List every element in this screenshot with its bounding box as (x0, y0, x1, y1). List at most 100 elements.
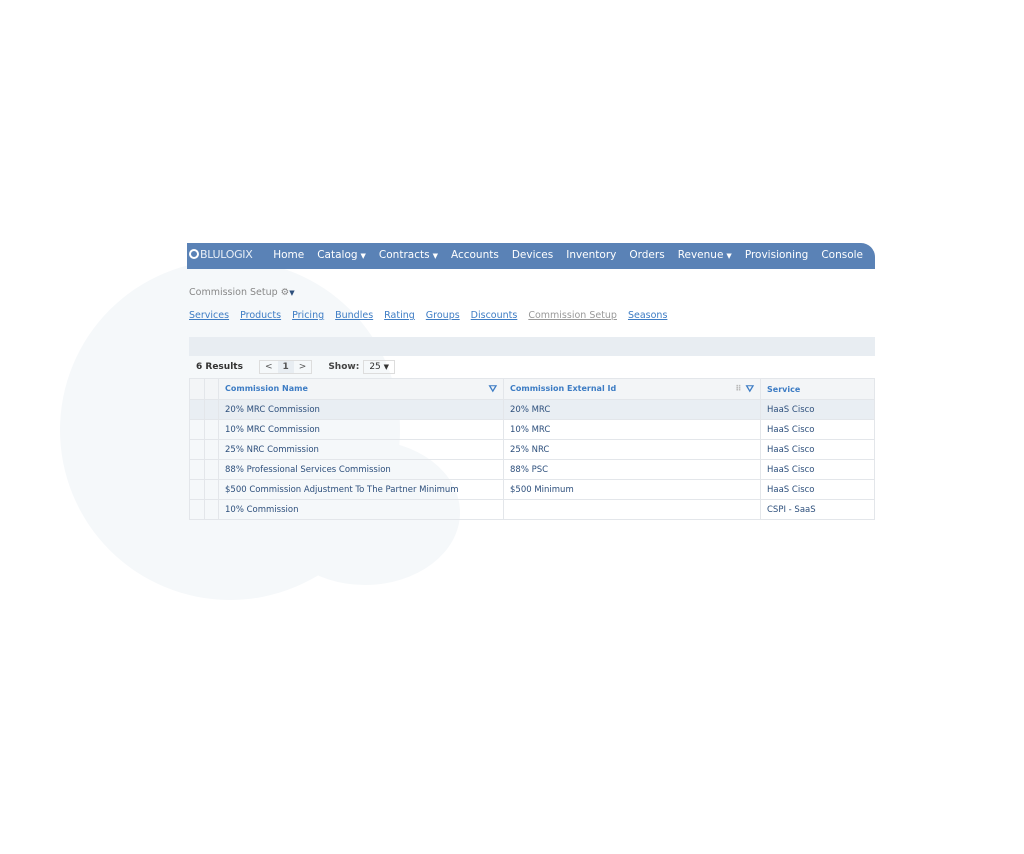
commission-name-cell: 10% Commission (218, 499, 504, 520)
table-row[interactable]: 10% Commission CSPI - SaaS (189, 499, 875, 520)
service-cell: HaaS Cisco (760, 399, 875, 420)
select-cell[interactable] (189, 439, 205, 460)
subnav-link-rating[interactable]: Rating (384, 310, 415, 321)
column-header-external-id[interactable]: Commission External Id ⛛ ⠿ (503, 378, 761, 400)
nav-item-provisioning[interactable]: Provisioning (745, 249, 809, 261)
select-cell[interactable] (189, 459, 205, 480)
subnav-link-seasons[interactable]: Seasons (628, 310, 667, 321)
logo-icon (189, 249, 199, 259)
chevron-down-icon[interactable]: ▼ (289, 289, 294, 297)
header-label: Service (767, 384, 801, 394)
subnav-link-commission-setup[interactable]: Commission Setup (528, 310, 617, 321)
page-title: Commission Setup (189, 287, 278, 298)
nav-item-accounts[interactable]: Accounts (451, 249, 499, 261)
expand-cell[interactable] (204, 479, 219, 500)
nav-label: Inventory (566, 249, 617, 261)
external-id-cell: $500 Minimum (503, 479, 761, 500)
select-cell[interactable] (189, 419, 205, 440)
commission-name-cell: $500 Commission Adjustment To The Partne… (218, 479, 504, 500)
commission-name-cell: 20% MRC Commission (218, 399, 504, 420)
expand-cell[interactable] (204, 439, 219, 460)
expand-cell[interactable] (204, 399, 219, 420)
chevron-down-icon: ▼ (383, 363, 390, 371)
nav-label: Contracts (378, 249, 430, 261)
nav-menu: Home Catalog ▼ Contracts ▼ Accounts Devices Inv… (273, 249, 863, 261)
prev-page-button[interactable]: < (260, 361, 278, 373)
expand-column-header (204, 378, 219, 400)
logo[interactable]: BLULOGIX (189, 248, 253, 261)
table-row[interactable]: 88% Professional Services Commission 88% … (189, 459, 875, 480)
expand-cell[interactable] (204, 419, 219, 440)
gear-icon[interactable]: ⚙ (281, 287, 290, 298)
select-cell[interactable] (189, 499, 205, 520)
external-id-cell: 88% PSC (503, 459, 761, 480)
commission-table: Commission Name ⛛ Commission External Id ⛛… (189, 378, 875, 520)
expand-cell[interactable] (204, 459, 219, 480)
expand-cell[interactable] (204, 499, 219, 520)
select-cell[interactable] (189, 399, 205, 420)
external-id-cell (503, 499, 761, 520)
nav-label: Catalog (317, 249, 358, 261)
service-cell: CSPI - SaaS (760, 499, 875, 520)
brand-text: BLULOGIX (200, 248, 253, 261)
subnav-link-products[interactable]: Products (240, 310, 281, 321)
nav-item-revenue[interactable]: Revenue ▼ (678, 249, 732, 261)
nav-item-home[interactable]: Home (273, 249, 304, 261)
table-row[interactable]: $500 Commission Adjustment To The Partne… (189, 479, 875, 500)
nav-label: Accounts (450, 249, 499, 261)
results-count: 6 Results (196, 362, 243, 372)
nav-item-catalog[interactable]: Catalog ▼ (317, 249, 366, 261)
subnav-link-bundles[interactable]: Bundles (335, 310, 373, 321)
nav-item-inventory[interactable]: Inventory (566, 249, 616, 261)
breadcrumb: Commission Setup ⚙▼ (189, 287, 295, 298)
table-row[interactable]: 10% MRC Commission 10% MRC HaaS Cisco (189, 419, 875, 440)
results-bar: 6 Results < 1 > Show: 25 ▼ (196, 360, 396, 374)
nav-item-contracts[interactable]: Contracts ▼ (379, 249, 438, 261)
column-header-commission-name[interactable]: Commission Name ⛛ (218, 378, 504, 400)
pager: < 1 > (258, 360, 313, 374)
nav-item-devices[interactable]: Devices (512, 249, 553, 261)
commission-name-cell: 25% NRC Commission (218, 439, 504, 460)
nav-label: Revenue (677, 249, 724, 261)
next-page-button[interactable]: > (294, 361, 312, 373)
filter-icon[interactable]: ⛛ (746, 384, 754, 395)
service-cell: HaaS Cisco (760, 439, 875, 460)
subnav-link-groups[interactable]: Groups (426, 310, 460, 321)
nav-label: Provisioning (744, 249, 809, 261)
select-column-header (189, 378, 205, 400)
filter-icon[interactable]: ⛛ (489, 384, 497, 395)
subnav-link-discounts[interactable]: Discounts (471, 310, 518, 321)
page-size-select[interactable]: 25 ▼ (363, 360, 396, 374)
nav-item-console[interactable]: Console (821, 249, 863, 261)
table-row[interactable]: 20% MRC Commission 20% MRC HaaS Cisco (189, 399, 875, 420)
commission-name-cell: 10% MRC Commission (218, 419, 504, 440)
header-label: Commission External Id (510, 383, 617, 393)
service-cell: HaaS Cisco (760, 479, 875, 500)
external-id-cell: 20% MRC (503, 399, 761, 420)
external-id-cell: 25% NRC (503, 439, 761, 460)
caret-down-icon: ▼ (360, 252, 366, 260)
service-cell: HaaS Cisco (760, 419, 875, 440)
caret-down-icon: ▼ (432, 252, 438, 260)
caret-down-icon: ▼ (726, 252, 732, 260)
page-size-value: 25 (369, 362, 381, 372)
top-navbar: BLULOGIX Home Catalog ▼ Contracts ▼ Accounts D… (187, 243, 875, 269)
toolbar-bar (189, 337, 875, 356)
commission-name-cell: 88% Professional Services Commission (218, 459, 504, 480)
external-id-cell: 10% MRC (503, 419, 761, 440)
select-cell[interactable] (189, 479, 205, 500)
show-label: Show: (328, 362, 360, 372)
table-row[interactable]: 25% NRC Commission 25% NRC HaaS Cisco (189, 439, 875, 460)
drag-handle-icon[interactable]: ⠿ (735, 384, 741, 393)
column-header-service[interactable]: Service (760, 378, 875, 400)
subnav-link-pricing[interactable]: Pricing (292, 310, 324, 321)
subnav-link-services[interactable]: Services (189, 310, 229, 321)
service-cell: HaaS Cisco (760, 459, 875, 480)
nav-label: Console (821, 249, 863, 261)
nav-item-orders[interactable]: Orders (629, 249, 664, 261)
current-page[interactable]: 1 (277, 361, 294, 373)
sub-navigation: Services Products Pricing Bundles Rating Grou… (189, 310, 667, 321)
nav-label: Home (273, 249, 305, 261)
nav-label: Devices (511, 249, 554, 261)
nav-label: Orders (629, 249, 665, 261)
